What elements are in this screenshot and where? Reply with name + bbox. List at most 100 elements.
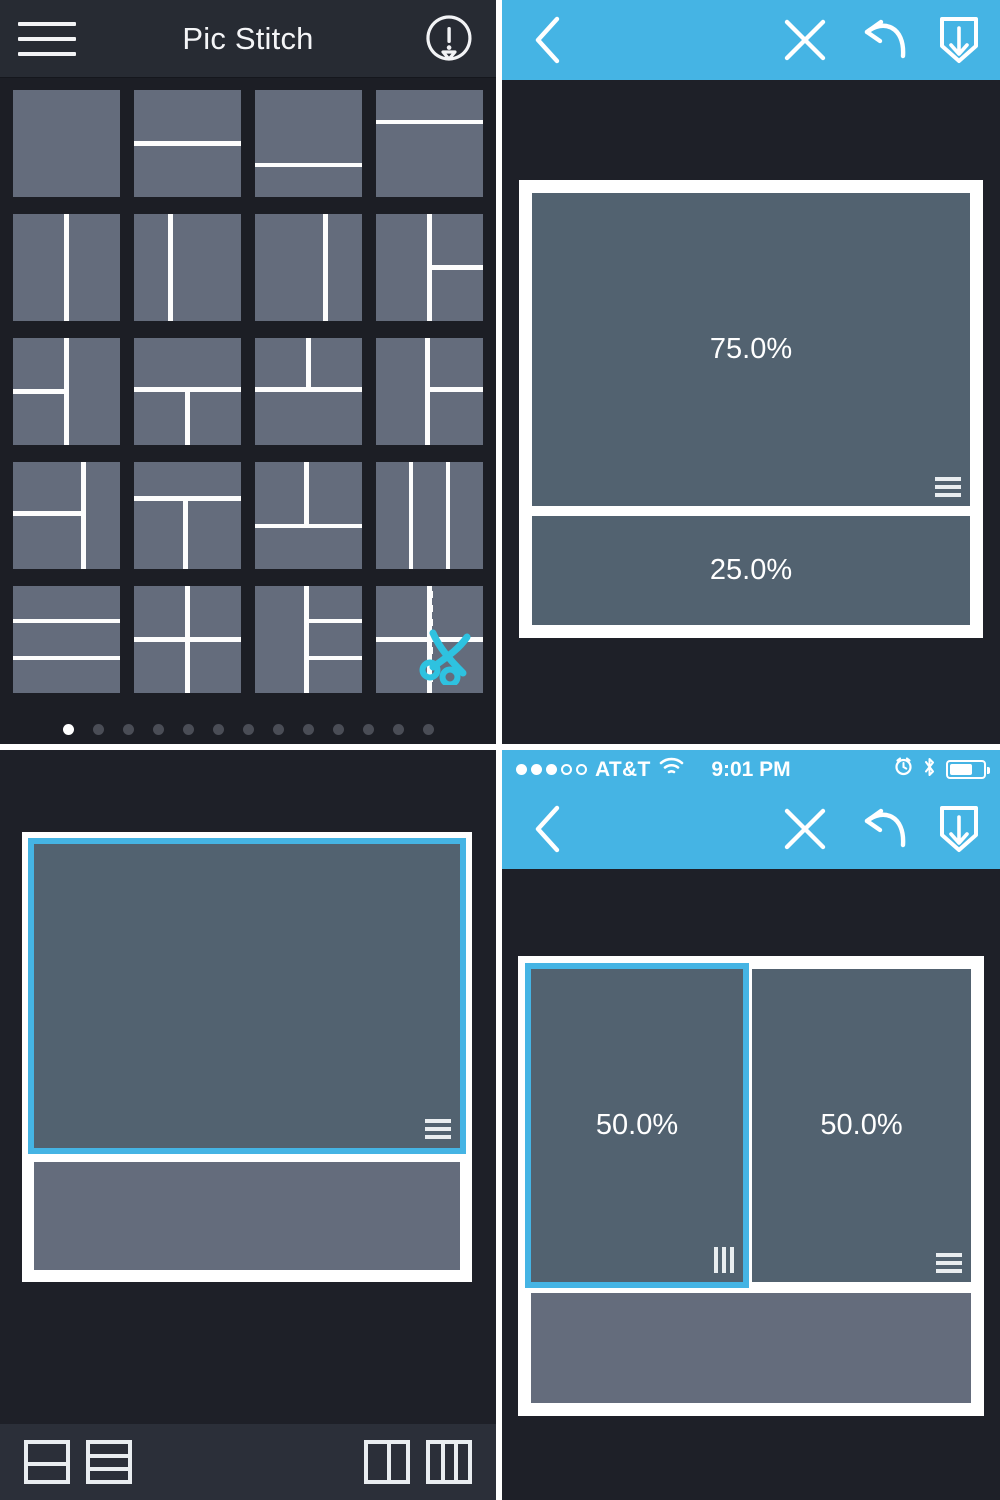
undo-arrow-icon[interactable] <box>847 0 921 80</box>
template-tile-three-rows[interactable] <box>13 586 120 693</box>
page-dot-10[interactable] <box>332 724 344 735</box>
panel-editor-50-50: AT&T 9:01 PM 50.0% 50.0% <box>502 750 1000 1500</box>
page-dot-7[interactable] <box>242 724 254 735</box>
collage-cell-2[interactable]: 50.0% <box>752 969 971 1282</box>
collage-cell-2[interactable] <box>34 1162 460 1270</box>
page-dot-8[interactable] <box>272 724 284 735</box>
page-dot-11[interactable] <box>362 724 374 735</box>
template-tile-left-tall-right-split[interactable] <box>376 338 483 445</box>
template-cell <box>189 586 241 638</box>
page-dot-3[interactable] <box>122 724 134 735</box>
collage-canvas: 75.0% 25.0% <box>502 80 1000 744</box>
split-horizontal-3-button[interactable] <box>86 1440 132 1484</box>
template-preview <box>376 462 483 569</box>
page-dot-2[interactable] <box>92 724 104 735</box>
template-preview <box>255 338 362 445</box>
template-tile-two-cols-32-68[interactable] <box>134 214 241 321</box>
hamburger-menu-icon[interactable] <box>18 21 76 56</box>
template-cell <box>310 338 362 388</box>
template-preview <box>255 90 362 197</box>
split-vertical-2-button[interactable] <box>364 1440 410 1484</box>
template-tile-two-cols-equal[interactable] <box>13 214 120 321</box>
page-dot-6[interactable] <box>212 724 224 735</box>
chevron-left-icon[interactable] <box>516 789 580 869</box>
template-tile-top-wide-two-below[interactable] <box>134 338 241 445</box>
undo-arrow-icon[interactable] <box>847 789 921 869</box>
template-cell <box>134 338 241 388</box>
template-cell <box>255 462 305 525</box>
template-cell <box>429 338 483 388</box>
editor-toolbar <box>502 0 1000 80</box>
template-tile-three-cols[interactable] <box>376 462 483 569</box>
save-download-icon[interactable] <box>926 0 992 80</box>
template-cell <box>13 90 120 197</box>
template-tile-left-stacked-right-tall[interactable] <box>13 338 120 445</box>
collage-cell-1[interactable]: 75.0% <box>532 193 970 506</box>
template-cell <box>431 269 483 321</box>
save-download-icon[interactable] <box>926 789 992 869</box>
template-preview <box>255 462 362 569</box>
template-tile-left-tall-right-three[interactable] <box>255 586 362 693</box>
page-dot-5[interactable] <box>182 724 194 735</box>
template-cell <box>308 586 362 620</box>
horizontal-split-handle[interactable] <box>425 1119 451 1139</box>
template-cell <box>376 124 483 197</box>
template-cell <box>431 214 483 266</box>
page-dot-1[interactable] <box>62 724 74 735</box>
collage-cell-1-selected[interactable] <box>28 838 466 1154</box>
template-cell <box>376 338 426 445</box>
template-tile-two-rows-equal[interactable] <box>134 90 241 197</box>
template-tile-two-top-band-bottom[interactable] <box>255 462 362 569</box>
split-horizontal-2-button[interactable] <box>24 1440 70 1484</box>
template-tile-top-band-two-below[interactable] <box>134 462 241 569</box>
template-cell <box>13 393 65 445</box>
collage-cell-2[interactable]: 25.0% <box>532 516 970 625</box>
close-x-icon[interactable] <box>770 0 840 80</box>
panel-editor-75-25: 75.0% 25.0% <box>502 0 1000 744</box>
panel-template-picker: Pic Stitch <box>0 0 496 744</box>
template-cell <box>134 214 169 321</box>
template-cell <box>255 338 307 388</box>
template-cell <box>134 500 184 569</box>
panel-editor-selected-cell <box>0 750 496 1500</box>
collage-frame <box>22 832 472 1282</box>
collage-cell-1-selected[interactable]: 50.0% <box>525 963 749 1288</box>
template-cell <box>376 214 428 321</box>
template-cell <box>13 214 65 321</box>
template-preview <box>134 90 241 197</box>
template-tile-custom-cut-scissors[interactable] <box>376 586 483 693</box>
horizontal-split-handle[interactable] <box>936 1253 962 1273</box>
template-preview <box>134 338 241 445</box>
page-indicator-dots[interactable] <box>0 724 496 735</box>
close-x-icon[interactable] <box>770 789 840 869</box>
template-tile-left-tall-right-stacked[interactable] <box>376 214 483 321</box>
template-tile-two-rows-70-30[interactable] <box>255 90 362 197</box>
page-dot-12[interactable] <box>392 724 404 735</box>
template-tile-two-cols-68-32[interactable] <box>255 214 362 321</box>
page-dot-13[interactable] <box>422 724 434 735</box>
template-grid-area <box>0 78 496 744</box>
template-tile-four-quadrants[interactable] <box>134 586 241 693</box>
template-tile-two-top-wide-bottom[interactable] <box>255 338 362 445</box>
template-tile-left-two-rows-right-tall[interactable] <box>13 462 120 569</box>
template-cell <box>85 462 120 569</box>
template-tile-single-frame[interactable] <box>13 90 120 197</box>
template-tile-two-rows-28-72[interactable] <box>376 90 483 197</box>
template-preview <box>376 338 483 445</box>
template-preview <box>13 586 120 693</box>
cell-percent-label: 50.0% <box>595 1109 679 1141</box>
chevron-left-icon[interactable] <box>516 0 580 80</box>
vertical-split-handle[interactable] <box>714 1247 734 1273</box>
ios-chrome: AT&T 9:01 PM <box>502 750 1000 869</box>
horizontal-split-handle[interactable] <box>935 477 961 497</box>
template-cell <box>429 391 483 445</box>
collage-cell-3[interactable] <box>531 1293 971 1403</box>
template-preview <box>376 214 483 321</box>
template-preview <box>13 338 120 445</box>
template-cell <box>255 528 362 569</box>
page-dot-9[interactable] <box>302 724 314 735</box>
split-vertical-3-button[interactable] <box>426 1440 472 1484</box>
template-preview <box>255 214 362 321</box>
exclamation-balloon-icon[interactable] <box>424 14 474 66</box>
page-dot-4[interactable] <box>152 724 164 735</box>
